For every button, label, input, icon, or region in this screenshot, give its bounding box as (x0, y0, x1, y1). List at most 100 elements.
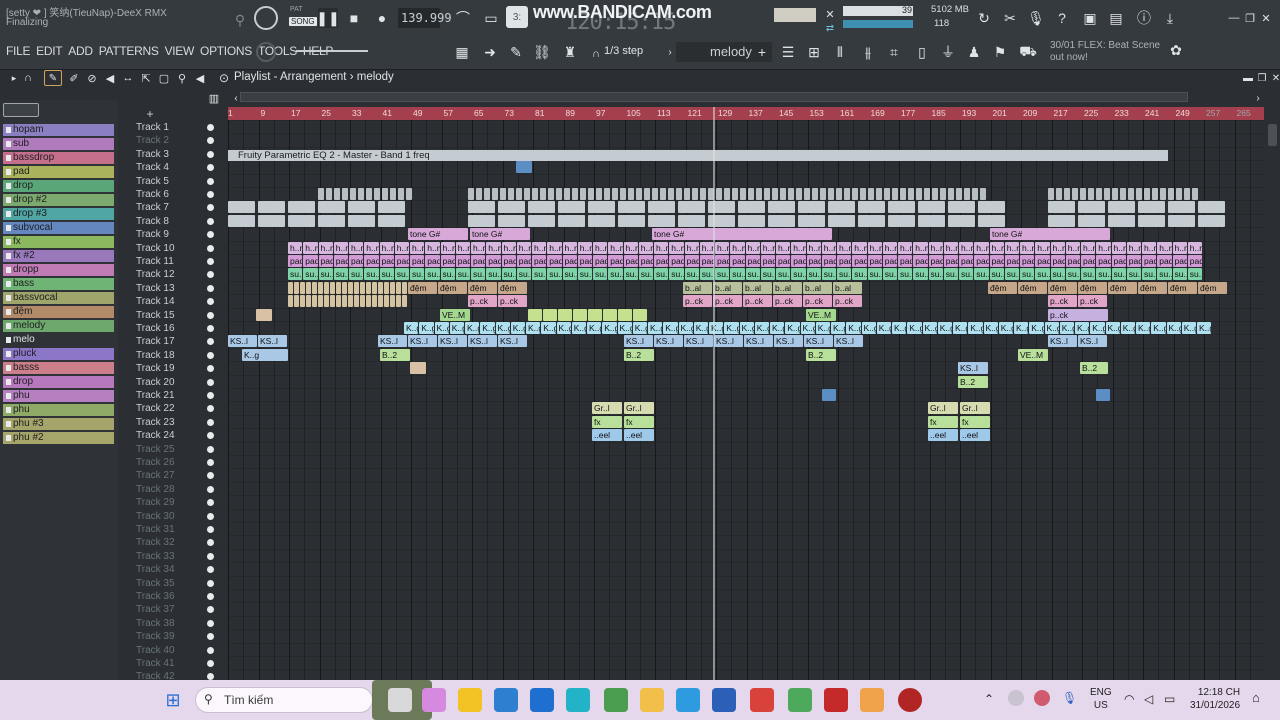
pattern-clip[interactable]: pad (1126, 255, 1141, 267)
pattern-clip[interactable]: su..l (440, 268, 455, 281)
pattern-clip[interactable]: KS..l (804, 335, 833, 348)
track-name[interactable]: Track 34 (136, 563, 206, 576)
pattern-clip[interactable]: pad (791, 255, 806, 267)
pattern-clip[interactable] (772, 188, 778, 200)
track-name[interactable]: Track 29 (136, 496, 206, 509)
pattern-item[interactable]: melo (3, 334, 114, 346)
pattern-clip[interactable] (768, 201, 795, 214)
pattern-clip[interactable] (956, 188, 962, 200)
track-mute-toggle[interactable] (207, 137, 214, 145)
pattern-clip[interactable] (1072, 188, 1078, 200)
track-name[interactable]: Track 18 (136, 349, 206, 362)
pattern-clip[interactable]: pad (852, 255, 867, 267)
pattern-clip[interactable]: su..l (288, 268, 303, 281)
pattern-clip[interactable]: su..l (898, 268, 913, 281)
pattern-clip[interactable] (948, 201, 975, 214)
pattern-clip[interactable]: K..g (1105, 322, 1120, 334)
pattern-clip[interactable] (908, 188, 914, 200)
pattern-clip[interactable] (334, 188, 340, 200)
pattern-clip[interactable] (354, 295, 359, 308)
pattern-clip[interactable] (684, 188, 690, 200)
pattern-clip[interactable]: su..l (715, 268, 730, 281)
pattern-clip[interactable] (508, 188, 514, 200)
track-name[interactable]: Track 2 (136, 134, 206, 147)
pattern-clip[interactable]: su..l (684, 268, 699, 281)
pattern-clip[interactable] (636, 188, 642, 200)
timeline-ruler[interactable]: 1 9 17 25 33 41 49 57 65 73 81 89 97 105 113 121 129 137 1… (228, 107, 1264, 121)
pattern-clip[interactable]: su..l (333, 268, 348, 281)
pattern-clip[interactable]: su..l (593, 268, 608, 281)
pattern-clip[interactable]: h..m (577, 241, 592, 254)
pattern-clip[interactable] (978, 201, 1005, 214)
pattern-clip[interactable] (836, 188, 842, 200)
snap-selector[interactable]: 1/3 step (604, 45, 643, 57)
pattern-clip[interactable] (822, 389, 836, 401)
pattern-clip[interactable]: K..g (709, 322, 724, 334)
track-mute-toggle[interactable] (207, 459, 214, 466)
pattern-clip[interactable]: Gr..l (592, 402, 622, 415)
pattern-clip[interactable]: KS..l (228, 335, 257, 348)
pattern-clip[interactable]: su..l (410, 268, 425, 281)
pattern-clip[interactable]: K..g (602, 322, 617, 334)
pattern-clip[interactable]: tone G# (652, 228, 832, 241)
pattern-clip[interactable] (1168, 201, 1195, 214)
pattern-clip[interactable]: pad (440, 255, 455, 267)
pattern-clip[interactable]: fx (928, 415, 958, 428)
pattern-clip[interactable] (916, 188, 922, 200)
pattern-clip[interactable]: ..eel (960, 429, 990, 442)
pattern-clip[interactable] (1144, 188, 1150, 200)
notification-icon[interactable]: ⌂ (1252, 690, 1260, 705)
pattern-clip[interactable]: pad (349, 255, 364, 267)
tray-app-icon-2[interactable] (1034, 690, 1050, 706)
magnet-icon[interactable]: ∩ (586, 44, 606, 64)
pattern-clip[interactable] (588, 188, 594, 200)
store-icon[interactable] (494, 688, 518, 712)
pattern-clip[interactable]: pad (898, 255, 913, 267)
pattern-clip[interactable]: b..al (833, 281, 862, 294)
pattern-clip[interactable] (644, 188, 650, 200)
track-mute-toggle[interactable] (207, 392, 214, 399)
pattern-clip[interactable] (588, 214, 615, 227)
track-name[interactable]: Track 4 (136, 161, 206, 174)
track-name[interactable]: Track 22 (136, 402, 206, 415)
pattern-clip[interactable]: su..l (394, 268, 409, 281)
pattern-clip[interactable]: đệm (1138, 281, 1167, 294)
pattern-clip[interactable]: su..l (1004, 268, 1019, 281)
pattern-clip[interactable]: h..m (547, 241, 562, 254)
pattern-clip[interactable]: pad (608, 255, 623, 267)
pattern-clip[interactable]: b..al (713, 281, 742, 294)
pattern-clip[interactable] (1120, 188, 1126, 200)
pattern-clip[interactable]: pad (654, 255, 669, 267)
pattern-clip[interactable]: ..eel (592, 429, 622, 442)
track-name[interactable]: Track 27 (136, 469, 206, 482)
track-mute-toggle[interactable] (207, 646, 214, 654)
pattern-clip[interactable]: K..g (1120, 322, 1135, 334)
pattern-clip[interactable] (348, 295, 353, 308)
pattern-clip[interactable]: h..m (852, 241, 867, 254)
pattern-clip[interactable]: KS..l (1078, 335, 1107, 348)
track-name[interactable]: Track 31 (136, 523, 206, 536)
pattern-clip[interactable] (738, 201, 765, 214)
pattern-clip[interactable] (396, 295, 401, 308)
pattern-clip[interactable]: B..2 (806, 348, 836, 361)
pattern-clip[interactable] (768, 214, 795, 227)
pattern-clip[interactable] (620, 188, 626, 200)
pattern-clip[interactable] (540, 188, 546, 200)
pattern-clip[interactable] (796, 188, 802, 200)
plug-icon[interactable]: ⏚ (938, 42, 958, 62)
track-mute-toggle[interactable] (207, 351, 214, 359)
track-mute-toggle[interactable] (207, 378, 214, 386)
pattern-clip[interactable] (378, 281, 383, 294)
pattern-clip[interactable]: KS..l (438, 335, 467, 348)
pattern-clip[interactable]: h..m (974, 241, 989, 254)
track-mute-toggle[interactable] (207, 472, 214, 480)
pattern-clip[interactable]: pad (303, 255, 318, 267)
pattern-clip[interactable]: pad (486, 255, 501, 267)
pattern-clip[interactable] (756, 188, 762, 200)
pattern-clip[interactable] (498, 214, 525, 227)
select-tool-icon[interactable]: ▢ (154, 68, 174, 88)
pattern-clip[interactable]: p..ck (773, 295, 802, 308)
menu-add[interactable]: ADD (68, 44, 93, 58)
pattern-item[interactable]: bassdrop (3, 152, 114, 164)
pattern-item[interactable]: subvocal (3, 222, 114, 234)
